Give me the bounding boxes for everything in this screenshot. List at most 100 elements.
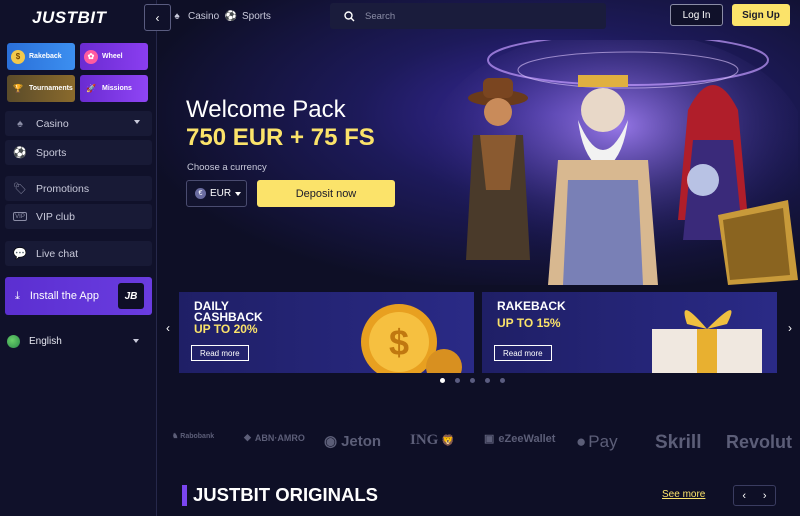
carousel-dot[interactable] — [500, 378, 505, 383]
payment-name: Pay — [588, 432, 618, 451]
gift-illustration — [652, 310, 762, 373]
rabobank-icon: ♞ — [172, 433, 179, 440]
tag-icon: 🏷 — [13, 183, 27, 195]
hero-title: Welcome Pack — [186, 96, 346, 123]
sidebar-item-label: Live chat — [36, 247, 79, 260]
payment-name: Jeton — [341, 432, 382, 450]
currency-value: EUR — [210, 188, 232, 199]
top-nav-sports[interactable]: ⚽ Sports — [224, 9, 271, 23]
currency-select[interactable]: € EUR — [186, 180, 247, 207]
chat-icon: 💬 — [13, 248, 27, 260]
download-icon: ⤓ — [15, 289, 20, 302]
sidebar-item-label: VIP club — [36, 210, 75, 223]
payment-name: ABN·AMRO — [254, 432, 305, 443]
section-title-originals: JUSTBIT ORIGINALS — [193, 484, 379, 505]
originals-next-button[interactable]: › — [755, 486, 776, 505]
read-more-button[interactable]: Read more — [191, 345, 249, 361]
sidebar: JUSTBIT $ Rakeback ✿ Wheel 🏆 Tournaments… — [0, 0, 157, 516]
install-app-button[interactable]: ⤓ Install the App JB — [5, 277, 152, 315]
payment-logo-skrill: Skrill — [655, 432, 701, 454]
search-input[interactable] — [365, 10, 585, 22]
coin-illustration: $ — [361, 304, 462, 373]
rocket-icon: 🚀 — [86, 84, 96, 93]
carousel-pagination — [440, 378, 505, 383]
top-nav-casino-label: Casino — [188, 10, 220, 22]
promo-title-line1: RAKEBACK — [497, 299, 566, 313]
payment-logo-jeton: ◉ Jeton — [324, 432, 382, 451]
tournaments-tile-label: Tournaments — [29, 85, 73, 92]
payment-name: Rabobank — [180, 432, 215, 440]
missions-tile-label: Missions — [102, 85, 132, 92]
carousel-dot[interactable] — [470, 378, 475, 383]
collapse-sidebar-button[interactable]: ‹ — [144, 4, 171, 31]
top-nav-casino[interactable]: ♠ Casino — [170, 9, 219, 23]
sidebar-item-promotions[interactable]: 🏷 Promotions — [5, 176, 152, 201]
payment-logo-ing: ING 🦁 — [410, 432, 455, 449]
language-selector[interactable]: English — [7, 333, 147, 349]
carousel-prev-button[interactable]: ‹ — [158, 318, 178, 338]
payment-logo-revolut: Revolut — [726, 432, 792, 453]
euro-icon: € — [195, 188, 206, 199]
originals-prev-button[interactable]: ‹ — [734, 486, 755, 505]
trophy-icon: 🏆 — [13, 84, 23, 93]
abn-amro-icon: ◆ — [244, 432, 251, 442]
search-icon — [344, 10, 355, 21]
choose-currency-label: Choose a currency — [187, 162, 267, 173]
payment-logo-apple-pay: ● Pay — [576, 432, 618, 452]
payment-logo-rabobank: ♞ Rabobank — [172, 432, 215, 441]
read-more-button[interactable]: Read more — [494, 345, 552, 361]
soccer-ball-icon: ⚽ — [224, 10, 238, 22]
spade-icon: ♠ — [17, 117, 23, 130]
signup-button[interactable]: Sign Up — [732, 4, 790, 26]
wheel-icon: ✿ — [84, 49, 98, 64]
sidebar-item-label: Promotions — [36, 182, 90, 195]
promo-card-daily-cashback[interactable]: $ DAILY CASHBACK UP TO 20% Read more — [179, 292, 474, 373]
app-badge: JB — [118, 283, 144, 309]
hero-illustration — [428, 40, 798, 285]
wheel-tile[interactable]: ✿ Wheel — [80, 43, 148, 70]
lion-icon: 🦁 — [441, 435, 456, 447]
chevron-left-icon: ‹ — [742, 489, 747, 502]
originals-navigation: ‹ › — [733, 485, 776, 506]
rakeback-tile-label: Rakeback — [29, 53, 62, 60]
see-more-link[interactable]: See more — [662, 489, 705, 500]
sidebar-item-vip-club[interactable]: VIP VIP club — [5, 204, 152, 229]
payment-logo-ezeewallet: ▣ eZeeWallet — [484, 432, 556, 446]
payment-name: Skrill — [655, 432, 702, 453]
chevron-right-icon: › — [762, 489, 767, 502]
search-bar[interactable] — [330, 3, 606, 29]
install-app-label: Install the App — [29, 290, 99, 302]
top-nav-sports-label: Sports — [242, 10, 271, 22]
missions-tile[interactable]: 🚀 Missions — [80, 75, 148, 102]
chevron-left-icon: ‹ — [155, 10, 160, 25]
sidebar-item-live-chat[interactable]: 💬 Live chat — [5, 241, 152, 266]
tournaments-tile[interactable]: 🏆 Tournaments — [7, 75, 75, 102]
deposit-now-button[interactable]: Deposit now — [257, 180, 395, 207]
language-label: English — [29, 335, 62, 347]
feature-tiles: $ Rakeback ✿ Wheel 🏆 Tournaments 🚀 Missi… — [7, 43, 148, 102]
spade-icon: ♠ — [174, 10, 180, 22]
carousel-dot[interactable] — [440, 378, 445, 383]
hero-amount: 750 EUR + 75 FS — [186, 124, 375, 151]
rakeback-icon: $ — [11, 49, 25, 64]
sidebar-item-label: Sports — [36, 146, 67, 159]
section-accent-bar — [182, 485, 187, 506]
payment-name: ING — [410, 432, 439, 448]
payment-name: eZeeWallet — [498, 432, 556, 445]
login-button[interactable]: Log In — [670, 4, 723, 26]
payment-name: Revolut — [726, 432, 793, 452]
carousel-dot[interactable] — [455, 378, 460, 383]
soccer-ball-icon: ⚽ — [13, 147, 27, 159]
rakeback-tile[interactable]: $ Rakeback — [7, 43, 75, 70]
sidebar-item-label: Casino — [36, 117, 69, 130]
sidebar-item-casino[interactable]: ♠ Casino — [5, 111, 152, 136]
sidebar-item-sports[interactable]: ⚽ Sports — [5, 140, 152, 165]
promo-card-rakeback[interactable]: RAKEBACK UP TO 15% Read more — [482, 292, 777, 373]
justbit-logo[interactable]: JUSTBIT — [32, 8, 106, 28]
payment-logo-abn-amro: ◆ ABN·AMRO — [244, 432, 305, 443]
carousel-next-button[interactable]: › — [780, 318, 800, 338]
ezeewallet-icon: ▣ — [484, 433, 495, 445]
carousel-dot[interactable] — [485, 378, 490, 383]
chevron-down-icon — [134, 120, 140, 124]
svg-text:$: $ — [389, 322, 409, 363]
